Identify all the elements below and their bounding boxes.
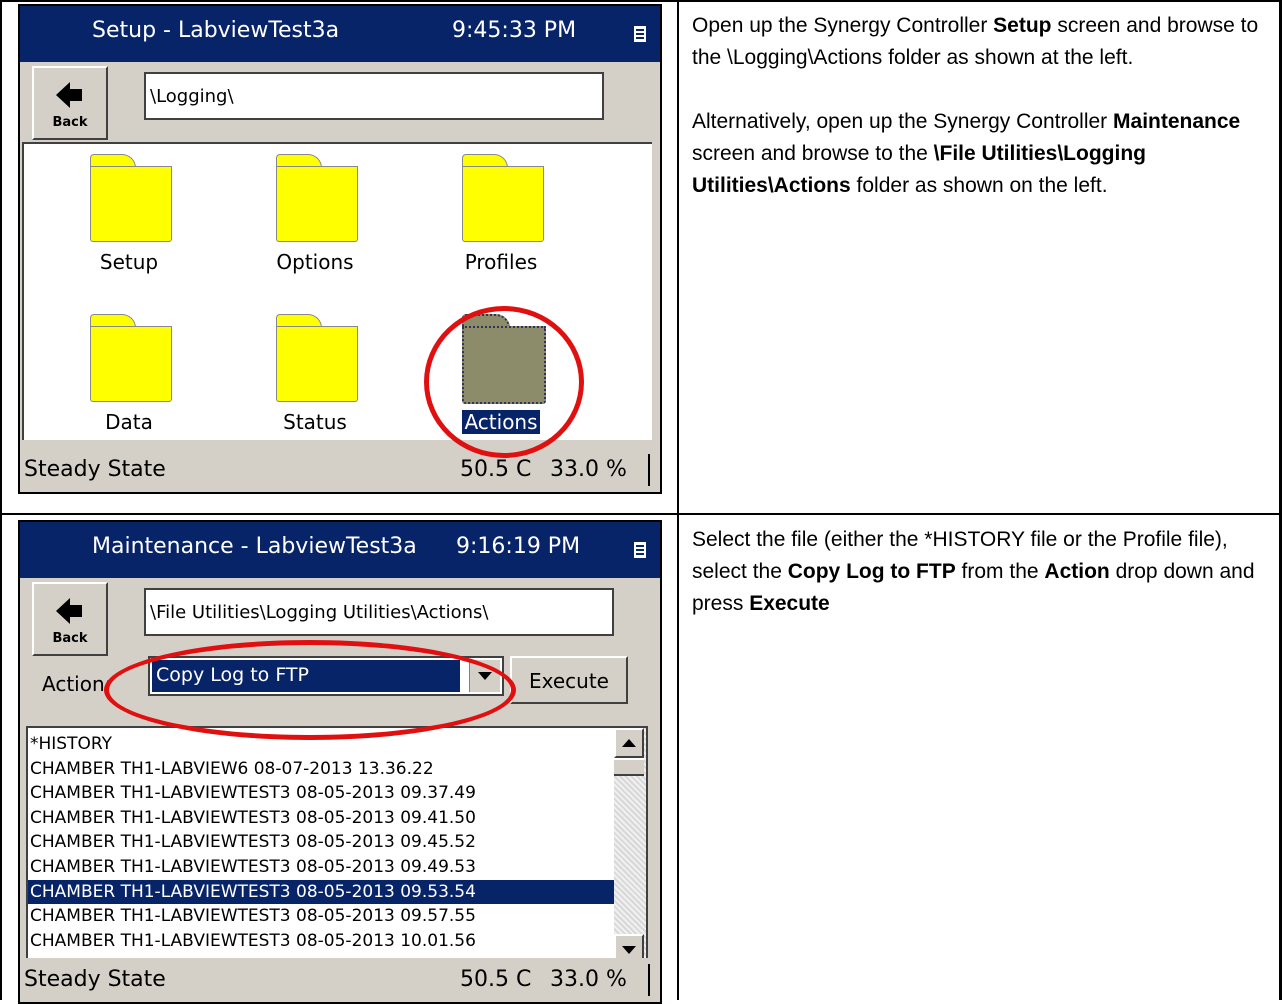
menu-icon[interactable] <box>634 542 646 558</box>
desc-bold: Copy Log to FTP <box>787 560 956 583</box>
folder-data[interactable]: Data <box>44 314 214 454</box>
back-label: Back <box>52 631 88 646</box>
clock: 9:16:19 PM <box>456 534 581 559</box>
list-item[interactable]: CHAMBER TH1-LABVIEWTEST3 08-05-2013 09.5… <box>28 904 614 929</box>
status-text: Steady State <box>24 967 166 992</box>
execute-button[interactable]: Execute <box>510 656 628 704</box>
humidity-readout: 33.0 % <box>550 457 627 482</box>
highlight-circle <box>424 306 584 458</box>
status-divider <box>648 454 650 486</box>
back-button[interactable]: Back <box>32 66 108 140</box>
scroll-thumb[interactable] <box>614 758 644 776</box>
desc-bold: Execute <box>749 592 830 615</box>
step2-paragraph: Select the file (either the *HISTORY fil… <box>692 524 1272 620</box>
table-border-top <box>0 0 1282 2</box>
folder-options[interactable]: Options <box>230 154 400 294</box>
desc-text: Alternatively, open up the Synergy Contr… <box>692 110 1114 133</box>
desc-bold: Setup <box>993 14 1052 37</box>
list-item[interactable]: CHAMBER TH1-LABVIEWTEST3 08-05-2013 09.3… <box>28 781 614 806</box>
list-item[interactable]: CHAMBER TH1-LABVIEWTEST3 08-05-2013 09.4… <box>28 830 614 855</box>
folder-label: Profiles <box>464 250 538 274</box>
status-text: Steady State <box>24 457 166 482</box>
desc-text: from the <box>955 560 1045 583</box>
action-label: Action: <box>42 672 112 696</box>
list-item[interactable]: CHAMBER TH1-LABVIEWTEST3 08-05-2013 09.4… <box>28 855 614 880</box>
step2-description: Select the file (either the *HISTORY fil… <box>692 524 1272 652</box>
list-item[interactable]: CHAMBER TH1-LABVIEWTEST3 08-05-2013 10.0… <box>28 929 614 954</box>
desc-text: Open up the Synergy Controller <box>692 14 994 37</box>
status-bar: Steady State 50.5 C 33.0 % <box>20 958 660 1002</box>
step1-paragraph: Open up the Synergy Controller Setup scr… <box>692 10 1272 74</box>
folder-profiles[interactable]: Profiles <box>416 154 586 294</box>
table-column-divider <box>677 0 679 1000</box>
folder-setup[interactable]: Setup <box>44 154 214 294</box>
back-label: Back <box>52 115 88 130</box>
desc-text: screen and browse to the <box>692 142 934 165</box>
window-title: Setup - LabviewTest3a <box>92 18 340 43</box>
back-button[interactable]: Back <box>32 582 108 656</box>
temperature-readout: 50.5 C <box>460 967 532 992</box>
desc-text: folder as shown on the left. <box>850 174 1108 197</box>
folder-label: Status <box>283 410 347 434</box>
status-divider <box>648 964 650 996</box>
table-row-divider <box>0 513 1282 515</box>
list-item[interactable]: CHAMBER TH1-LABVIEW6 08-07-2013 13.36.22 <box>28 757 614 782</box>
scrollbar[interactable] <box>614 728 646 964</box>
table-border-left <box>0 0 2 1000</box>
file-list: *HISTORY CHAMBER TH1-LABVIEW6 08-07-2013… <box>26 726 648 966</box>
folder-label: Setup <box>99 250 159 274</box>
folder-label: Data <box>105 410 153 434</box>
scroll-up-icon[interactable] <box>614 728 644 758</box>
list-item[interactable]: CHAMBER TH1-LABVIEWTEST3 08-05-2013 09.4… <box>28 806 614 831</box>
step1-description: Open up the Synergy Controller Setup scr… <box>692 10 1272 234</box>
window-title: Maintenance - LabviewTest3a <box>92 534 417 559</box>
title-bar: Maintenance - LabviewTest3a 9:16:19 PM <box>20 522 660 578</box>
back-arrow-icon <box>56 598 82 624</box>
path-field[interactable]: \Logging\ <box>144 72 604 120</box>
path-field[interactable]: \File Utilities\Logging Utilities\Action… <box>144 588 614 636</box>
folder-label: Options <box>276 250 354 274</box>
list-item-selected[interactable]: CHAMBER TH1-LABVIEWTEST3 08-05-2013 09.5… <box>28 879 614 905</box>
status-bar: Steady State 50.5 C 33.0 % <box>20 448 660 492</box>
desc-bold: Maintenance <box>1113 110 1241 133</box>
maintenance-screen: Maintenance - LabviewTest3a 9:16:19 PM B… <box>18 520 662 1004</box>
back-arrow-icon <box>56 82 82 108</box>
highlight-circle <box>104 640 516 740</box>
clock: 9:45:33 PM <box>452 18 577 43</box>
humidity-readout: 33.0 % <box>550 967 627 992</box>
menu-icon[interactable] <box>634 26 646 42</box>
folder-status[interactable]: Status <box>230 314 400 454</box>
step1-paragraph-alt: Alternatively, open up the Synergy Contr… <box>692 106 1272 202</box>
desc-bold: Action <box>1044 560 1110 583</box>
title-bar: Setup - LabviewTest3a 9:45:33 PM <box>20 6 660 62</box>
